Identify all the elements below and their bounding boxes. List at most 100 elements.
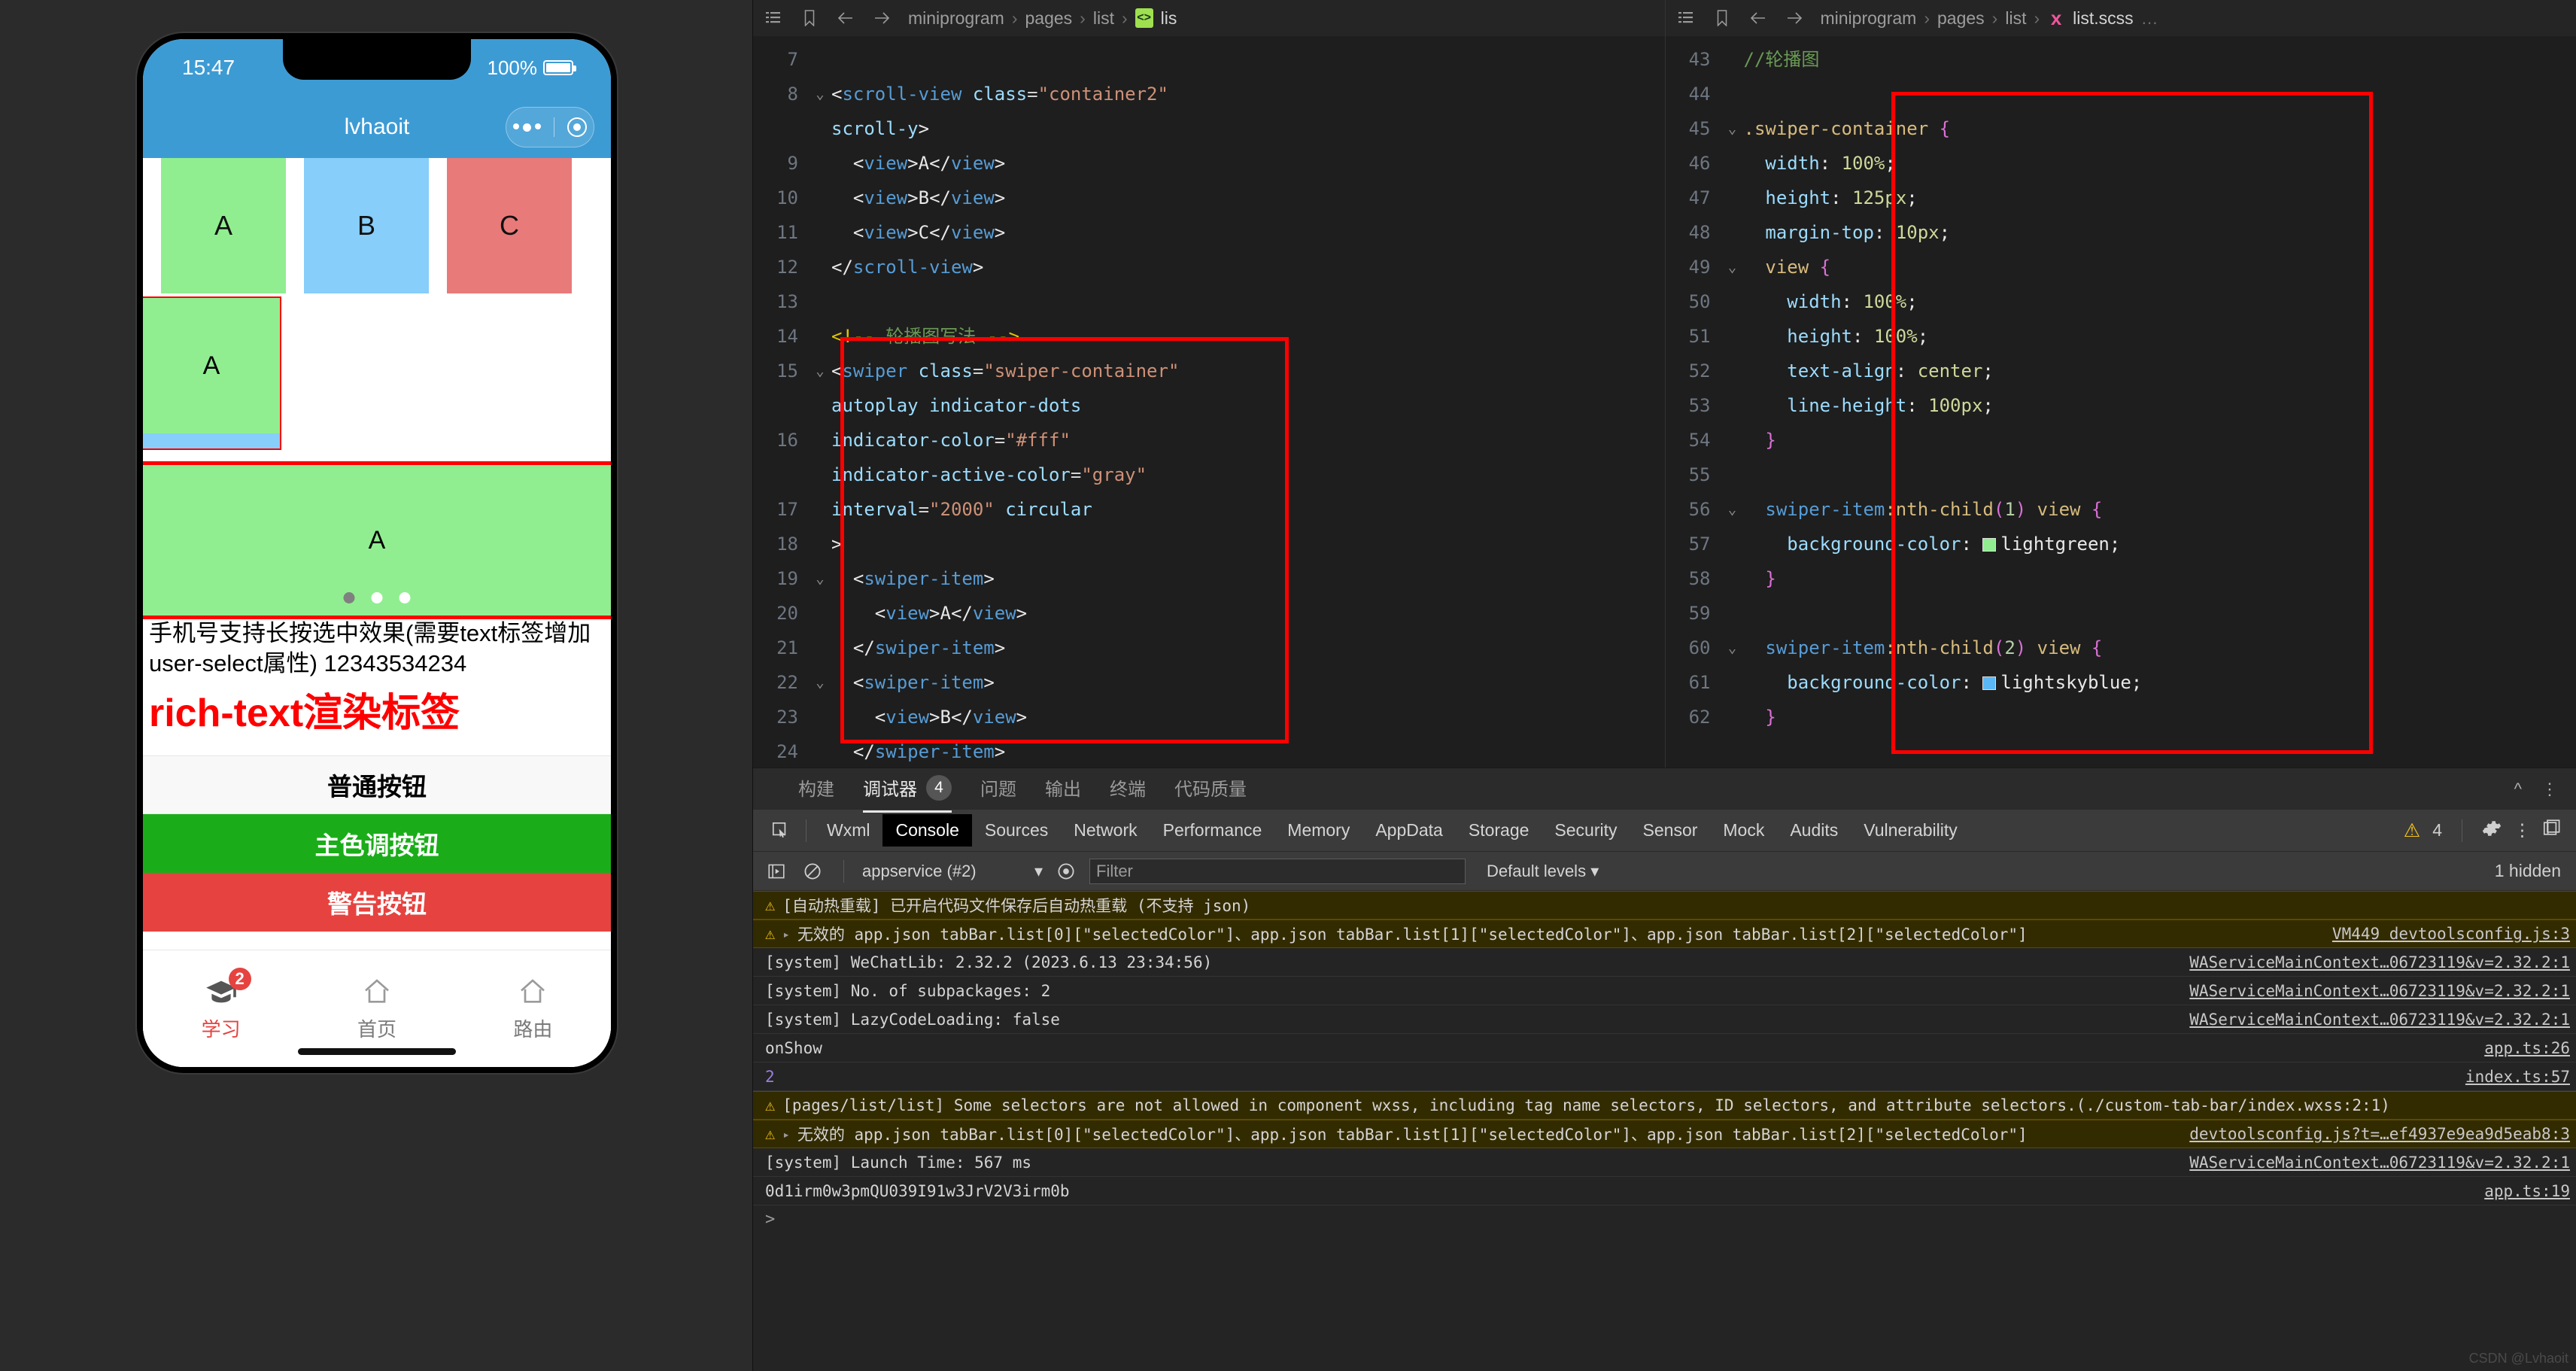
console-message[interactable]: [system] LazyCodeLoading: false WAService… (753, 1005, 2576, 1034)
selectable-text[interactable]: 手机号支持长按选中效果(需要text标签增加user-select属性) 123… (143, 616, 611, 678)
bookmark-icon[interactable] (1712, 8, 1732, 28)
dock-panel-icon[interactable] (2543, 819, 2561, 842)
fold-chevron-icon[interactable]: ⌄ (1721, 631, 1744, 665)
build-tab-终端[interactable]: 终端 (1110, 774, 1146, 804)
console-source-link[interactable]: WAServiceMainContext…06723119&v=2.32.2:1 (2174, 1154, 2570, 1172)
devtools-tab-memory[interactable]: Memory (1274, 814, 1362, 847)
execution-context-select[interactable]: appservice (#2) ▾ (862, 862, 1043, 881)
build-tab-问题[interactable]: 问题 (980, 774, 1016, 804)
expand-arrow-icon[interactable]: ▸ (782, 1127, 790, 1141)
breadcrumb-segment[interactable]: list (1093, 8, 1114, 29)
live-expression-icon[interactable] (1053, 860, 1079, 883)
breadcrumb[interactable]: miniprogram › pages › list › <> lis (908, 8, 1177, 29)
primary-button[interactable]: 主色调按钮 (143, 813, 611, 873)
devtools-tab-audits[interactable]: Audits (1777, 814, 1851, 847)
console-source-link[interactable]: index.ts:57 (2450, 1068, 2570, 1086)
outline-icon[interactable] (764, 8, 783, 28)
indicator-dot-active[interactable] (343, 592, 355, 603)
scroll-view-horizontal[interactable]: A B C (143, 158, 611, 293)
fold-chevron-icon[interactable]: ⌄ (1721, 111, 1744, 146)
breadcrumb[interactable]: miniprogram › pages › list › x list.scss… (1821, 7, 2158, 29)
back-arrow-icon[interactable] (836, 8, 855, 28)
console-message[interactable]: 2 index.ts:57 (753, 1062, 2576, 1091)
bookmark-icon[interactable] (800, 8, 819, 28)
breadcrumb-segment[interactable]: miniprogram (908, 8, 1004, 29)
console-message[interactable]: ⚠ [自动热重载] 已开启代码文件保存后自动热重载 (不支持 json) (753, 891, 2576, 920)
filter-input[interactable]: Filter (1089, 858, 1466, 884)
devtools-tab-storage[interactable]: Storage (1456, 814, 1542, 847)
devtools-tab-sources[interactable]: Sources (972, 814, 1061, 847)
indicator-dot[interactable] (371, 592, 383, 603)
outline-icon[interactable] (1676, 8, 1696, 28)
forward-arrow-icon[interactable] (1785, 8, 1804, 28)
console-message[interactable]: ⚠ [pages/list/list] Some selectors are no… (753, 1091, 2576, 1120)
console-source-link[interactable]: WAServiceMainContext…06723119&v=2.32.2:1 (2174, 953, 2570, 971)
breadcrumb-file[interactable]: lis (1161, 8, 1177, 29)
devtools-tab-sensor[interactable]: Sensor (1630, 814, 1711, 847)
indicator-dot[interactable] (399, 592, 411, 603)
console-message[interactable]: onShow app.ts:26 (753, 1034, 2576, 1062)
console-source-link[interactable]: app.ts:26 (2469, 1039, 2570, 1057)
fold-chevron-icon[interactable]: ⌄ (809, 354, 831, 388)
console-source-link[interactable]: app.ts:19 (2469, 1182, 2570, 1200)
devtools-tab-performance[interactable]: Performance (1150, 814, 1275, 847)
warn-button[interactable]: 警告按钮 (143, 872, 611, 932)
scroll-view-vertical[interactable]: A B (143, 296, 281, 450)
fold-chevron-icon[interactable]: ⌄ (809, 665, 831, 700)
console-message[interactable]: ⚠ ▸ 无效的 app.json tabBar.list[0]["selectedC… (753, 920, 2576, 948)
breadcrumb-file[interactable]: list.scss (2073, 8, 2134, 29)
devtools-menu-icon[interactable]: ⋮ (2514, 820, 2531, 841)
console-message[interactable]: [system] WeChatLib: 2.32.2 (2023.6.13 23… (753, 948, 2576, 977)
devtools-tab-security[interactable]: Security (1542, 814, 1630, 847)
code-area-wxml[interactable]: 7 8 ⌄ <scroll-view class="container2" scroll… (753, 36, 1665, 768)
sidebar-toggle-icon[interactable] (764, 860, 789, 883)
devtools-tab-network[interactable]: Network (1061, 814, 1150, 847)
fold-chevron-icon[interactable]: ⌄ (809, 561, 831, 596)
console-source-link[interactable]: devtoolsconfig.js?t=…ef4937e9ea9d5eab8:3 (2174, 1125, 2570, 1143)
tab-item-route[interactable]: 路由 (455, 950, 611, 1067)
console-message[interactable]: [system] Launch Time: 567 ms WAServiceMai… (753, 1148, 2576, 1177)
collapse-panel-icon[interactable]: ^ (2514, 780, 2522, 799)
console-message[interactable]: [system] No. of subpackages: 2 WAServiceM… (753, 977, 2576, 1005)
log-levels-select[interactable]: Default levels ▾ (1487, 862, 1599, 881)
forward-arrow-icon[interactable] (872, 8, 892, 28)
fold-chevron-icon (809, 319, 831, 354)
console-output[interactable]: ⚠ [自动热重载] 已开启代码文件保存后自动热重载 (不支持 json) ⚠ ▸ 无效的… (753, 891, 2576, 1371)
breadcrumb-segment[interactable]: list (2005, 8, 2026, 29)
console-message[interactable]: ⚠ ▸ 无效的 app.json tabBar.list[0]["selectedC… (753, 1120, 2576, 1148)
fold-chevron-icon[interactable]: ⌄ (1721, 492, 1744, 527)
devtools-tab-mock[interactable]: Mock (1710, 814, 1777, 847)
back-arrow-icon[interactable] (1748, 8, 1768, 28)
build-tab-构建[interactable]: 构建 (798, 774, 834, 804)
console-message[interactable]: 0d1irm0w3pmQU039I91w3JrV2V3irm0b app.ts:1… (753, 1177, 2576, 1205)
code-area-scss[interactable]: 43//轮播图 44 45 ⌄ .swiper-container {46 width:… (1666, 36, 2576, 768)
devtools-tab-vulnerability[interactable]: Vulnerability (1851, 814, 1970, 847)
console-source-link[interactable]: VM449 devtoolsconfig.js:3 (2317, 925, 2570, 943)
devtools-tab-console[interactable]: Console (882, 814, 972, 847)
panel-menu-icon[interactable]: ⋮ (2541, 780, 2558, 799)
close-target-icon[interactable] (567, 117, 588, 137)
console-source-link[interactable]: WAServiceMainContext…06723119&v=2.32.2:1 (2174, 1011, 2570, 1029)
swiper-container[interactable]: A (143, 461, 611, 619)
fold-chevron-icon[interactable]: ⌄ (809, 77, 831, 111)
default-button[interactable]: 普通按钮 (143, 755, 611, 814)
tab-item-study[interactable]: 2 学习 (143, 950, 299, 1067)
capsule-menu-button[interactable] (506, 107, 594, 147)
breadcrumb-segment[interactable]: miniprogram (1821, 8, 1917, 29)
breadcrumb-segment[interactable]: pages (1025, 8, 1073, 29)
fold-chevron-icon[interactable]: ⌄ (1721, 250, 1744, 284)
build-tab-代码质量[interactable]: 代码质量 (1174, 774, 1247, 804)
inspect-element-icon[interactable] (764, 816, 798, 846)
breadcrumb-segment[interactable]: pages (1937, 8, 1985, 29)
gear-icon[interactable] (2482, 819, 2502, 843)
expand-arrow-icon[interactable]: ▸ (782, 927, 790, 941)
swiper-indicator-dots[interactable] (343, 592, 411, 603)
devtools-tab-wxml[interactable]: Wxml (814, 814, 882, 847)
code-line: 23 <view>B</view> (753, 700, 1665, 734)
console-source-link[interactable]: WAServiceMainContext…06723119&v=2.32.2:1 (2174, 982, 2570, 1000)
devtools-tab-appdata[interactable]: AppData (1362, 814, 1456, 847)
build-tab-调试器[interactable]: 调试器 4 (863, 774, 952, 813)
console-prompt[interactable]: > (753, 1205, 2576, 1233)
clear-console-icon[interactable] (800, 860, 825, 883)
build-tab-输出[interactable]: 输出 (1045, 774, 1081, 804)
